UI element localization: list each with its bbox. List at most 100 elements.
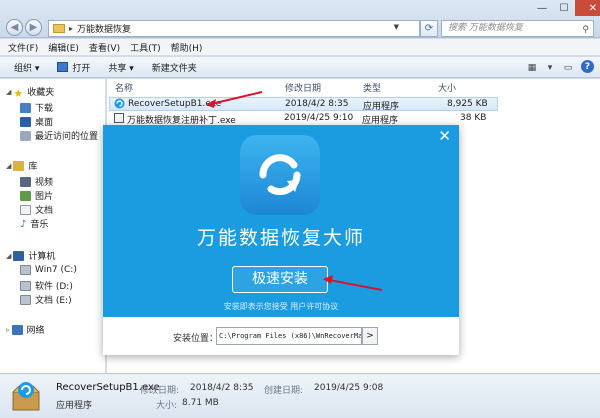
exe-file-icon — [114, 113, 124, 123]
file-row[interactable]: 万能数据恢复注册补丁.exe 2019/4/25 9:10 应用程序 38 KB — [109, 112, 498, 126]
sidebar-label: 网络 — [26, 326, 45, 336]
recent-places-icon — [20, 130, 31, 141]
expand-arrow-icon[interactable]: ◢ — [6, 88, 11, 96]
open-app-icon — [57, 62, 69, 72]
install-path-input[interactable]: C:\Program Files (x86)\WnRecoverMast — [216, 327, 362, 345]
details-size-label: 大小: — [156, 401, 178, 411]
close-icon[interactable]: ✕ — [438, 127, 451, 145]
details-filetype: 应用程序 — [56, 401, 93, 411]
breadcrumb-separator-icon: ▸ — [69, 24, 74, 33]
sidebar-item-music[interactable]: ♪ 音乐 — [20, 217, 49, 231]
share-button[interactable]: 共享 ▾ — [108, 61, 133, 74]
menu-bar: 文件(F) 编辑(E) 查看(V) 工具(T) 帮助(H) — [0, 39, 600, 56]
organize-label: 组织 ▾ — [14, 63, 40, 74]
sidebar-label: 音乐 — [30, 220, 49, 230]
forward-arrow-icon: ▶ — [29, 22, 38, 33]
installer-dialog: ✕ 万能数据恢复大师 极速安装 安装即表示您接受 用户许可协议 安装位置： C:… — [103, 125, 459, 355]
navigation-bar: ◀ ▶ ▸ 万能数据恢复 ▼ ⟳ 搜索 万能数据恢复 ⚲ — ☐ ✕ — [0, 0, 600, 38]
file-row[interactable]: RecoverSetupB1.exe 2018/4/2 8:35 应用程序 8,… — [109, 97, 498, 112]
view-dropdown-icon[interactable]: ▾ — [541, 60, 559, 75]
search-input[interactable]: 搜索 万能数据恢复 ⚲ — [441, 20, 594, 37]
sidebar-label: 收藏夹 — [27, 88, 55, 98]
sidebar-item-videos[interactable]: 视频 — [20, 175, 53, 188]
install-path-label: 安装位置： — [173, 334, 219, 344]
menu-edit[interactable]: 编辑(E) — [48, 41, 79, 54]
sidebar-item-drive-c[interactable]: Win7 (C:) — [20, 265, 77, 275]
column-header-type[interactable]: 类型 — [363, 81, 381, 94]
sidebar-item-pictures[interactable]: 图片 — [20, 189, 53, 202]
details-modified-value: 2018/4/2 8:35 — [190, 383, 254, 393]
documents-icon — [20, 204, 31, 215]
new-folder-button[interactable]: 新建文件夹 — [152, 61, 197, 74]
maximize-icon[interactable]: ☐ — [553, 0, 575, 16]
minimize-icon[interactable]: — — [531, 0, 553, 16]
sidebar-item-recent[interactable]: 最近访问的位置 — [20, 129, 98, 142]
sidebar-item-computer[interactable]: ◢ 计算机 — [6, 249, 55, 262]
preview-pane-icon[interactable]: ▭ — [559, 60, 577, 75]
file-modified: 2018/4/2 8:35 — [285, 99, 349, 109]
sidebar-item-network[interactable]: ▹ 网络 — [6, 323, 45, 336]
sidebar-label: 文档 (E:) — [35, 296, 72, 306]
pictures-icon — [20, 190, 31, 201]
sidebar-label: 软件 (D:) — [35, 282, 73, 292]
license-agreement-link[interactable]: 安装即表示您接受 用户许可协议 — [103, 301, 459, 312]
drive-icon — [20, 265, 31, 275]
organize-button[interactable]: 组织 ▾ — [14, 61, 39, 74]
column-header-modified[interactable]: 修改日期 — [285, 81, 321, 94]
videos-icon — [20, 176, 31, 187]
details-created-label: 创建日期: — [264, 386, 304, 396]
window-controls: — ☐ ✕ — [531, 0, 600, 18]
sidebar-item-drive-e[interactable]: 文档 (E:) — [20, 293, 72, 306]
details-created-value: 2019/4/25 9:08 — [314, 383, 384, 393]
view-controls: ▦ ▾ ▭ ? — [523, 60, 594, 75]
address-dropdown-icon[interactable]: ▼ — [394, 23, 399, 31]
refresh-icon: ⟳ — [424, 23, 434, 34]
expand-arrow-icon[interactable]: ◢ — [6, 252, 11, 260]
address-bar[interactable]: ▸ 万能数据恢复 ▼ — [48, 20, 420, 37]
file-modified: 2019/4/25 9:10 — [284, 113, 354, 123]
sidebar-label: 下载 — [35, 104, 54, 114]
search-placeholder: 搜索 万能数据恢复 — [448, 23, 523, 33]
help-icon[interactable]: ? — [581, 60, 594, 73]
sidebar-label: 计算机 — [28, 252, 56, 262]
details-size-value: 8.71 MB — [182, 398, 219, 408]
menu-view[interactable]: 查看(V) — [89, 41, 120, 54]
sidebar-item-drive-d[interactable]: 软件 (D:) — [20, 279, 73, 292]
column-header-name[interactable]: 名称 — [115, 81, 133, 94]
drive-icon — [20, 294, 31, 305]
downloads-icon — [20, 102, 31, 113]
music-icon: ♪ — [20, 218, 27, 230]
sidebar-item-documents[interactable]: 文档 — [20, 203, 53, 216]
install-path-bar: 安装位置： C:\Program Files (x86)\WnRecoverMa… — [103, 317, 459, 355]
breadcrumb-current[interactable]: 万能数据恢复 — [77, 22, 131, 35]
forward-button[interactable]: ▶ — [25, 19, 42, 36]
new-folder-label: 新建文件夹 — [151, 63, 197, 74]
menu-help[interactable]: 帮助(H) — [171, 41, 203, 54]
libraries-icon — [13, 160, 25, 171]
installer-package-icon — [11, 380, 41, 412]
expand-arrow-icon[interactable]: ▹ — [6, 326, 10, 334]
details-pane: RecoverSetupB1.exe 应用程序 修改日期: 2018/4/2 8… — [0, 373, 600, 418]
recover-app-icon — [114, 98, 125, 112]
open-button[interactable]: 打开 — [57, 61, 90, 74]
view-options-icon[interactable]: ▦ — [523, 60, 541, 75]
browse-path-button[interactable]: > — [362, 327, 378, 345]
back-button[interactable]: ◀ — [6, 19, 23, 36]
menu-file[interactable]: 文件(F) — [8, 41, 38, 54]
expand-arrow-icon[interactable]: ◢ — [6, 162, 11, 170]
installer-title: 万能数据恢复大师 — [196, 227, 365, 249]
close-window-icon[interactable]: ✕ — [575, 0, 600, 16]
search-icon[interactable]: ⚲ — [582, 23, 589, 38]
column-header-size[interactable]: 大小 — [438, 81, 456, 94]
sidebar-label: Win7 (C:) — [35, 265, 77, 275]
sidebar-item-libraries[interactable]: ◢ 库 — [6, 159, 37, 172]
desktop-icon — [20, 116, 31, 127]
sidebar-item-desktop[interactable]: 桌面 — [20, 115, 53, 128]
file-size: 38 KB — [460, 113, 487, 123]
sidebar-item-favorites[interactable]: ◢ ★ 收藏夹 — [6, 85, 55, 100]
refresh-button[interactable]: ⟳ — [420, 20, 438, 37]
quick-install-button[interactable]: 极速安装 — [232, 266, 328, 293]
command-toolbar: 组织 ▾ 打开 共享 ▾ 新建文件夹 ▦ ▾ ▭ ? — [0, 57, 600, 78]
sidebar-item-downloads[interactable]: 下载 — [20, 101, 53, 114]
menu-tools[interactable]: 工具(T) — [130, 41, 161, 54]
